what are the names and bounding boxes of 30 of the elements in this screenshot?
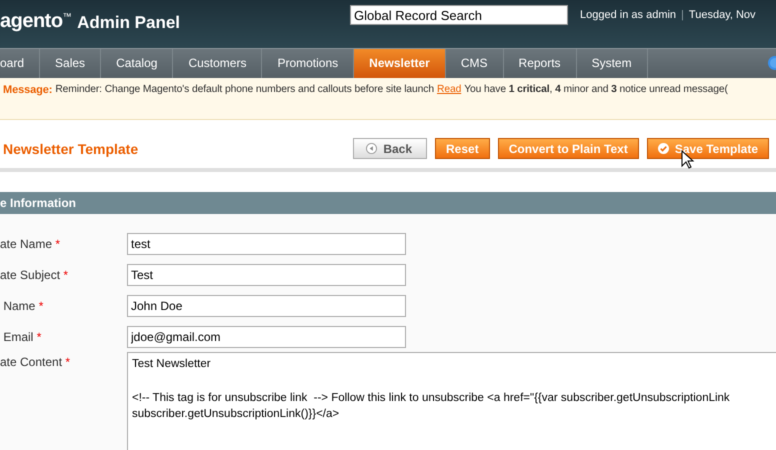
- message-label: Message:: [3, 84, 52, 98]
- logo: agento$^{™}$: [0, 10, 72, 33]
- content-textarea[interactable]: Test Newsletter <!-- This tag is for unsubscribe link --> Follow this link to unsubscribe <a href="{{var subscriber.getUnsubscriptionLink subscriber.getUnsubscriptionLink()}}</a>: [127, 352, 776, 450]
- field-label: ate Content: [0, 355, 62, 369]
- date-text: Tuesday, Nov: [688, 9, 756, 21]
- input-field[interactable]: test: [127, 232, 406, 254]
- page-title: Newsletter Template: [3, 140, 140, 156]
- required-mark: *: [63, 268, 68, 282]
- field-label: Email: [2, 330, 34, 344]
- input-field[interactable]: John Doe: [127, 294, 406, 316]
- login-status: Logged in as admin: [580, 9, 676, 21]
- back-button[interactable]: Back: [353, 138, 428, 159]
- required-mark: *: [36, 330, 42, 344]
- field-label: ate Name: [0, 236, 52, 250]
- message-text: Reminder: Change Magento's default phone numbers and callouts before site launch: [55, 84, 434, 97]
- field-label: ate Subject: [0, 268, 60, 282]
- search-field[interactable]: Global Record Search: [350, 5, 568, 25]
- required-mark: *: [38, 298, 44, 312]
- section-header: e Information: [0, 192, 776, 214]
- checkmark-icon: [658, 143, 669, 154]
- input-field[interactable]: jdoe@gmail.com: [127, 326, 406, 348]
- read-link[interactable]: Read: [436, 84, 462, 119]
- nav-tab[interactable]: Newsletter: [354, 49, 446, 78]
- app-title: Admin Panel: [77, 13, 180, 33]
- notice-summary: You have 1 critical, 4 minor and 3 notice unread message(: [464, 84, 728, 97]
- field-label: Name: [2, 298, 36, 312]
- input-field[interactable]: Test: [127, 264, 406, 286]
- separator: |: [681, 9, 684, 21]
- required-mark: *: [65, 355, 70, 369]
- required-mark: *: [55, 236, 60, 250]
